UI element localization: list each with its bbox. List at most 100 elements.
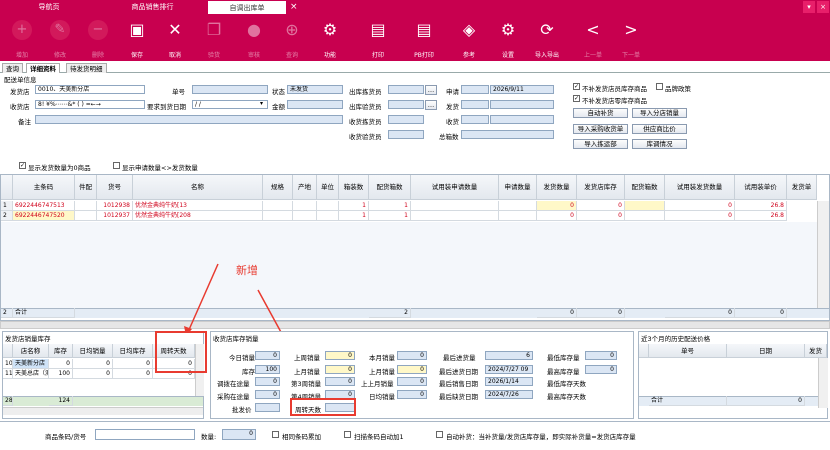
ship-store-field[interactable]: 0010、天美新分店 (35, 85, 145, 94)
import-export-button[interactable]: ⟳ 导入导出 (529, 14, 565, 61)
tab-self-transfer[interactable]: 自调出库单 (207, 0, 287, 14)
table-cell[interactable]: 0 (537, 201, 577, 211)
cancel-button[interactable]: ✕ 取消 (157, 14, 193, 61)
table-cell[interactable]: 6922446747513 (13, 201, 75, 211)
recv-picker-field[interactable] (388, 115, 424, 124)
table-cell[interactable]: 1 (369, 211, 411, 221)
remark-field[interactable] (35, 115, 343, 124)
grid-header[interactable]: 规格 (263, 175, 293, 200)
table-cell[interactable]: 0 (577, 201, 625, 211)
grid-h-scrollbar[interactable] (0, 321, 830, 329)
table-cell[interactable] (625, 201, 665, 211)
grid-header[interactable]: 店名称 (13, 344, 49, 358)
table-cell[interactable]: 0 (537, 211, 577, 221)
print-button[interactable]: ▤ 打印 (360, 14, 396, 61)
out-picker-lookup-button[interactable]: … (425, 85, 437, 95)
table-cell[interactable] (625, 211, 665, 221)
grid-header[interactable]: 主条码 (13, 175, 75, 200)
table-cell[interactable] (499, 201, 537, 211)
tab-detail[interactable]: 详细资料 (26, 63, 60, 73)
table-cell[interactable] (411, 201, 499, 211)
grid-header[interactable]: 单位 (317, 175, 339, 200)
qty-input[interactable]: 0 (222, 429, 256, 440)
calendar-dropdown-icon[interactable]: ▾ (260, 100, 263, 107)
grid-header[interactable]: 发货单 (787, 175, 817, 200)
brand-policy-checkbox[interactable] (656, 83, 663, 90)
table-cell[interactable]: 26.8 (735, 211, 787, 221)
tab-query[interactable]: 查询 (2, 63, 23, 73)
table-cell[interactable] (75, 211, 97, 221)
table-cell[interactable] (293, 211, 317, 221)
out-picker-field[interactable] (388, 85, 424, 94)
table-cell[interactable] (499, 211, 537, 221)
supplier-compare-button[interactable]: 供应商比价 (632, 124, 687, 134)
save-button[interactable]: ▣ 保存 (119, 14, 155, 61)
grid-header[interactable]: 配货箱数 (625, 175, 665, 200)
grid-header[interactable]: 日期 (727, 344, 805, 358)
inspect-button[interactable]: ❐ 验货 (196, 14, 232, 61)
table-cell[interactable]: 0 (73, 369, 113, 379)
table-cell[interactable]: 100 (49, 369, 73, 379)
table-cell[interactable] (317, 211, 339, 221)
close-icon[interactable]: × (817, 1, 829, 13)
query-button[interactable]: ⊕ 查询 (274, 14, 310, 61)
grid-header[interactable]: 单号 (649, 344, 727, 358)
show-diff-checkbox[interactable] (113, 162, 120, 169)
grid-header[interactable]: 产地 (293, 175, 317, 200)
table-cell[interactable]: 0 (665, 201, 735, 211)
grid-header[interactable]: 发货 (805, 344, 827, 358)
grid-header[interactable]: 试用装发货数量 (665, 175, 735, 200)
table-cell[interactable]: 1012937 (97, 211, 133, 221)
grid-scrollbar[interactable] (817, 201, 829, 308)
accumulate-checkbox[interactable] (272, 431, 279, 438)
tab-pending[interactable]: 待发货明细 (66, 63, 107, 73)
function-button[interactable]: ⚙ 功能 (312, 14, 348, 61)
grid-header[interactable]: 配货箱数 (369, 175, 411, 200)
table-cell[interactable]: 0 (49, 359, 73, 369)
table-cell[interactable] (75, 201, 97, 211)
table-cell[interactable] (317, 201, 339, 211)
table-cell[interactable]: 1 (339, 211, 369, 221)
next-button[interactable]: > 下一单 (613, 14, 649, 61)
table-cell[interactable] (263, 201, 293, 211)
table-cell[interactable]: 优然金典纯牛奶[208 (133, 211, 263, 221)
grid-header[interactable]: 库存 (49, 344, 73, 358)
table-cell[interactable]: 0 (577, 211, 625, 221)
table-cell[interactable] (411, 211, 499, 221)
recv-checker-field[interactable] (388, 130, 424, 139)
opt-no-stock-checkbox[interactable]: ✓ (573, 83, 580, 90)
table-cell[interactable] (293, 201, 317, 211)
tab-nav[interactable]: 导航页 (0, 0, 98, 14)
grid-header[interactable]: 箱装数 (339, 175, 369, 200)
auto-replenish-button[interactable]: 自动补货 (573, 108, 628, 118)
grid-header[interactable]: 试用装单价 (735, 175, 787, 200)
auto-replenish-checkbox[interactable] (436, 431, 443, 438)
tab-sales-rank[interactable]: 商品销售排行 (100, 0, 205, 14)
out-checker-field[interactable] (388, 100, 424, 109)
table-cell[interactable]: 0 (113, 369, 153, 379)
import-store-sales-button[interactable]: 导入分店销量 (632, 108, 687, 118)
settings-button[interactable]: ⚙ 设置 (490, 14, 526, 61)
grid-header[interactable]: 名称 (133, 175, 263, 200)
reference-button[interactable]: ◈ 参考 (451, 14, 487, 61)
import-picking-button[interactable]: 导入拣运部 (573, 139, 628, 149)
require-date-field[interactable]: / / (192, 100, 268, 109)
show-zero-checkbox[interactable]: ✓ (19, 162, 26, 169)
table-cell[interactable]: 1 (339, 201, 369, 211)
grid-header[interactable]: 货号 (97, 175, 133, 200)
audit-button[interactable]: ● 审核 (236, 14, 272, 61)
table-cell[interactable]: 天美新分店 (13, 359, 49, 369)
inventory-status-button[interactable]: 库调情况 (632, 139, 687, 149)
import-purchase-button[interactable]: 导入采购收货单 (573, 124, 628, 134)
table-cell[interactable]: 6922446747520 (13, 211, 75, 221)
table-cell[interactable]: 26.8 (735, 201, 787, 211)
grid-header[interactable]: 申请数量 (499, 175, 537, 200)
history-scrollbar[interactable] (818, 358, 828, 408)
delete-button[interactable]: − 删除 (80, 14, 116, 61)
tab-close-icon[interactable]: × (290, 0, 298, 14)
barcode-input[interactable] (95, 429, 195, 440)
order-no-field[interactable] (192, 85, 268, 94)
table-cell[interactable]: 0 (73, 359, 113, 369)
out-checker-lookup-button[interactable]: … (425, 100, 437, 110)
grid-header[interactable]: 日均销量 (73, 344, 113, 358)
